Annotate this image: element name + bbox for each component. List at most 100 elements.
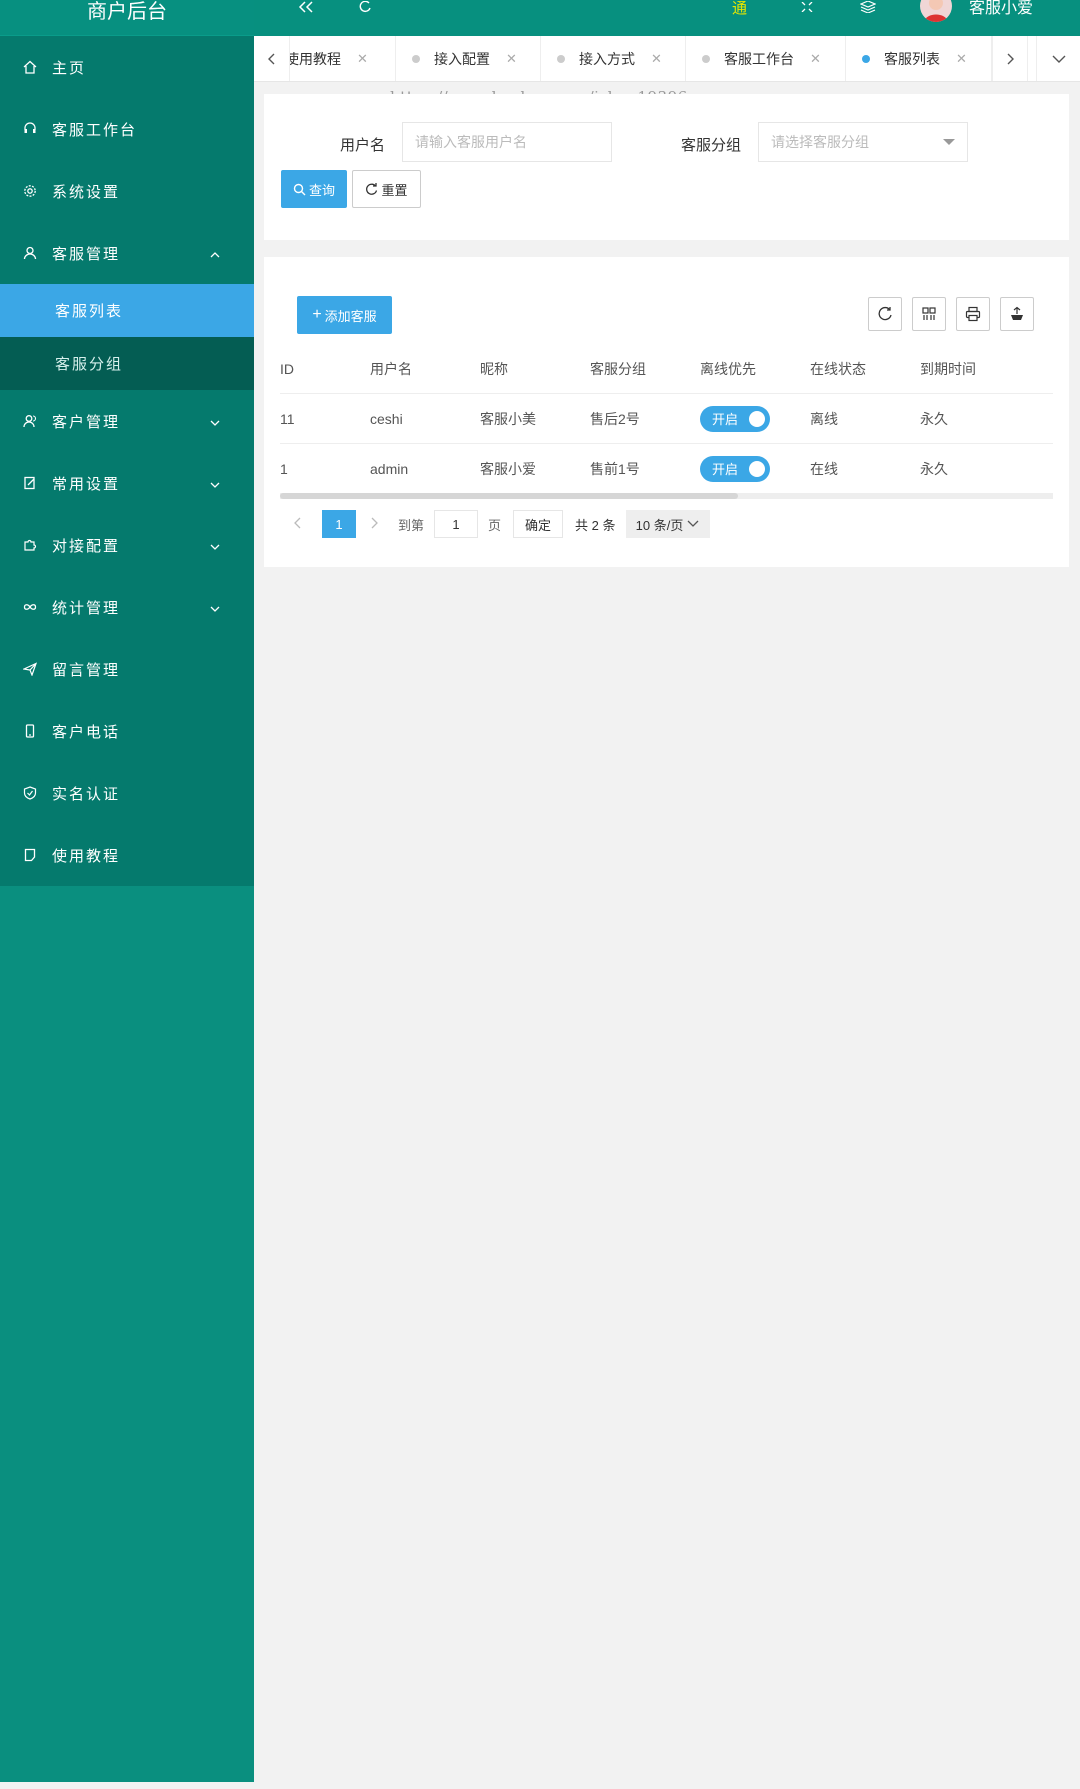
cell-username: admin (370, 460, 409, 477)
users-icon (22, 413, 38, 429)
reset-label: 重置 (381, 182, 408, 198)
columns-filter-button[interactable] (912, 297, 946, 331)
avatar[interactable] (920, 0, 952, 22)
layers-icon[interactable] (860, 0, 876, 14)
close-icon[interactable]: ✕ (810, 51, 821, 67)
refresh-icon (878, 306, 892, 321)
next-page-icon[interactable] (370, 517, 392, 532)
sidebar-item-home[interactable]: 主页 (0, 36, 254, 98)
close-icon[interactable]: ✕ (651, 51, 662, 67)
page-size-value: 10 条/页 (635, 517, 684, 533)
sidebar-item-tutorial[interactable]: 使用教程 (0, 824, 254, 886)
username-input[interactable]: 请输入客服用户名 (402, 122, 612, 162)
sidebar-item-statistics[interactable]: 统计管理 (0, 576, 254, 638)
send-icon (22, 661, 38, 677)
page-number-current[interactable]: 1 (322, 510, 356, 538)
sidebar-item-common-settings[interactable]: 常用设置 (0, 452, 254, 514)
plus-icon: + (312, 306, 322, 323)
sidebar-item-label: 对接配置 (52, 537, 121, 555)
sidebar-menu-lower: 客户管理 常用设置 对接配置 统计管理 留言管理 客户电话 实名认证 使用教程 (0, 390, 254, 886)
column-header[interactable]: 用户名 (370, 359, 412, 379)
offline-first-toggle[interactable]: 开启 (700, 405, 770, 432)
toggle-label: 开启 (712, 412, 739, 427)
tab-access-method[interactable]: 接入方式 ✕ (541, 36, 686, 81)
user-name[interactable]: 客服小爱 (969, 0, 1033, 18)
tab-scroll-left-button[interactable] (254, 36, 290, 81)
query-button[interactable]: 查询 (281, 170, 347, 208)
chevron-down-icon (210, 544, 220, 550)
username-placeholder: 请输入客服用户名 (415, 134, 527, 150)
tab-dot-active (862, 54, 870, 63)
submenu-item-service-list[interactable]: 客服列表 (0, 284, 254, 337)
sidebar-item-customer-management[interactable]: 客户管理 (0, 390, 254, 452)
total-count: 共 2 条 (575, 517, 616, 533)
goto-label: 到第 (398, 517, 425, 533)
sidebar-item-messages[interactable]: 留言管理 (0, 638, 254, 700)
add-service-button[interactable]: + 添加客服 (297, 296, 392, 334)
tab-tutorial[interactable]: 使用教程 ✕ (290, 36, 396, 81)
tab-label: 客服列表 (884, 50, 940, 67)
scrollbar-thumb[interactable] (280, 493, 738, 499)
tab-service-list[interactable]: 客服列表 ✕ (846, 36, 992, 81)
prev-page-icon[interactable] (294, 517, 316, 532)
cell-id: 1 (280, 460, 288, 477)
tab-label: 接入方式 (579, 50, 635, 67)
group-select[interactable]: 请选择客服分组 (758, 122, 968, 162)
table-row[interactable]: 11 ceshi 客服小美 售后2号 开启 离线 永久 (280, 393, 1053, 443)
horizontal-scrollbar[interactable] (280, 493, 1053, 499)
group-placeholder: 请选择客服分组 (771, 134, 869, 150)
column-header[interactable]: 离线优先 (700, 359, 756, 379)
column-header[interactable]: 到期时间 (920, 359, 976, 379)
print-icon (965, 306, 981, 322)
page-size-select[interactable]: 10 条/页 (625, 510, 710, 538)
toggle-knob (749, 410, 765, 427)
column-header[interactable]: 昵称 (480, 359, 508, 379)
column-header[interactable]: 在线状态 (810, 359, 866, 379)
sidebar-item-workbench[interactable]: 客服工作台 (0, 98, 254, 160)
tab-dot (702, 54, 710, 63)
toggle-switch[interactable]: 开启 (700, 455, 770, 482)
offline-first-toggle[interactable]: 开启 (700, 455, 770, 482)
column-header[interactable]: 客服分组 (590, 359, 646, 379)
reset-button[interactable]: 重置 (352, 170, 421, 208)
refresh-icon[interactable] (358, 0, 372, 14)
close-icon[interactable]: ✕ (956, 51, 967, 67)
shield-check-icon (22, 785, 38, 801)
cell-username: ceshi (370, 410, 403, 427)
submenu-item-service-group[interactable]: 客服分组 (0, 337, 254, 390)
toggle-switch[interactable]: 开启 (700, 405, 770, 432)
refresh-icon (366, 182, 378, 195)
goto-confirm-button[interactable]: 确定 (513, 510, 564, 538)
pagination: 1 到第 1 页 确定 共 2 条 10 条/页 (294, 510, 710, 538)
tab-access-config[interactable]: 接入配置 ✕ (396, 36, 541, 81)
chevron-down-icon (687, 520, 699, 527)
sidebar-item-label: 系统设置 (52, 183, 121, 201)
submenu: 客服列表 客服分组 (0, 284, 254, 390)
chevron-down-icon (210, 482, 220, 488)
print-button[interactable] (956, 297, 990, 331)
sidebar-item-verification[interactable]: 实名认证 (0, 762, 254, 824)
chevron-up-icon (210, 252, 220, 258)
cell-group: 售后2号 (590, 410, 640, 427)
sidebar-item-settings[interactable]: 系统设置 (0, 160, 254, 222)
cell-status: 在线 (810, 460, 838, 477)
tab-menu-dropdown[interactable] (1036, 36, 1080, 81)
cell-expire: 永久 (920, 460, 948, 477)
topbar: 通 客服小爱 (254, 0, 1080, 36)
sidebar-item-integration[interactable]: 对接配置 (0, 514, 254, 576)
export-button[interactable] (1000, 297, 1034, 331)
goto-page-input[interactable]: 1 (434, 510, 479, 538)
tab-scroll-right-button[interactable] (992, 36, 1028, 81)
tab-workbench[interactable]: 客服工作台 ✕ (686, 36, 846, 81)
column-header[interactable]: ID (280, 361, 294, 377)
notice-badge[interactable]: 通 (732, 0, 747, 17)
refresh-table-button[interactable] (868, 297, 902, 331)
table-row[interactable]: 1 admin 客服小爱 售前1号 开启 在线 永久 (280, 443, 1053, 493)
close-icon[interactable]: ✕ (357, 51, 368, 67)
fullscreen-icon[interactable] (800, 0, 814, 14)
sidebar-item-phone[interactable]: 客户电话 (0, 700, 254, 762)
close-icon[interactable]: ✕ (506, 51, 517, 67)
sidebar-item-service-management[interactable]: 客服管理 (0, 222, 254, 284)
collapse-sidebar-icon[interactable] (298, 0, 314, 14)
puzzle-icon (22, 537, 38, 553)
